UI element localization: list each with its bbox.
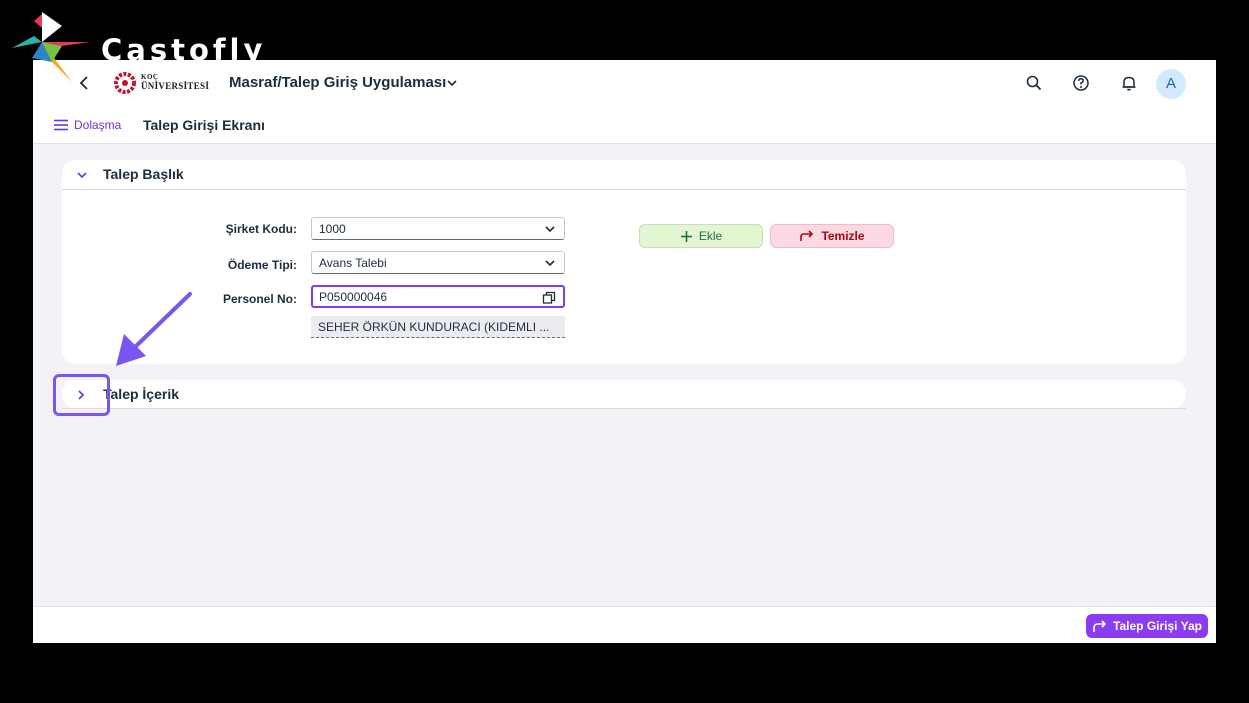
app-window: KOÇ ÜNİVERSİTESİ Masraf/Talep Giriş Uygu… <box>33 60 1216 643</box>
search-icon[interactable] <box>1025 74 1043 92</box>
personnel-no-value: P050000046 <box>319 290 388 304</box>
value-help-icon[interactable] <box>542 291 556 305</box>
payment-type-value: Avans Talebi <box>319 256 387 270</box>
chevron-down-icon[interactable] <box>544 259 556 268</box>
header-panel-title: Talep Başlık <box>103 166 184 182</box>
company-code-select[interactable]: 1000 <box>311 217 565 240</box>
page-header: Dolaşma Talep Girişi Ekranı <box>33 106 1216 144</box>
header-panel-toolbar[interactable]: Talep Başlık <box>62 160 1186 190</box>
company-code-value: 1000 <box>319 222 346 236</box>
help-icon[interactable] <box>1072 74 1090 92</box>
screen: Castofly KOÇ ÜNİVERSİTESİ Masraf/Talep G… <box>0 0 1249 703</box>
watermark-text: Castofly <box>101 33 267 67</box>
content-panel: Talep İçerik <box>62 380 1186 409</box>
content-panel-title: Talep İçerik <box>103 386 180 402</box>
add-button-label: Ekle <box>698 229 723 243</box>
navigation-button[interactable]: Dolaşma <box>53 118 121 132</box>
chevron-down-icon[interactable] <box>76 170 88 180</box>
castofly-logo-icon <box>12 12 90 82</box>
footer-toolbar: Talep Girişi Yap <box>33 606 1216 643</box>
koc-emblem-icon <box>114 72 136 94</box>
personnel-no-input[interactable]: P050000046 <box>311 285 565 308</box>
plus-icon <box>680 230 692 242</box>
bell-icon[interactable] <box>1120 74 1138 92</box>
chevron-down-icon[interactable] <box>544 225 556 234</box>
header-panel: Talep Başlık Şirket Kodu: 1000 Ödeme Tip… <box>62 160 1186 364</box>
avatar[interactable]: A <box>1156 69 1186 99</box>
clear-button[interactable]: Temizle <box>770 224 894 248</box>
navigation-label: Dolaşma <box>74 118 122 132</box>
company-code-label: Şirket Kodu: <box>225 222 297 236</box>
logo-text-line1: KOÇ <box>141 73 159 81</box>
chevron-down-icon[interactable] <box>446 78 458 88</box>
app-title[interactable]: Masraf/Talep Giriş Uygulaması <box>229 74 446 91</box>
menu-icon <box>54 119 68 131</box>
redo-arrow-icon <box>800 229 814 241</box>
payment-type-select[interactable]: Avans Talebi <box>311 251 565 274</box>
share-arrow-icon <box>1093 620 1107 632</box>
payment-type-label: Ödeme Tipi: <box>227 258 297 272</box>
logo-text-line2: ÜNİVERSİTESİ <box>141 81 210 91</box>
clear-button-label: Temizle <box>821 229 865 243</box>
content-panel-toolbar[interactable]: Talep İçerik <box>62 380 1186 409</box>
add-button[interactable]: Ekle <box>639 224 763 248</box>
page-title: Talep Girişi Ekranı <box>143 117 265 133</box>
personnel-name-text: SEHER ÖRKÜN KUNDURACI (KIDEMLI ... <box>311 316 565 338</box>
annotation-arrow-icon <box>116 292 192 366</box>
submit-request-label: Talep Girişi Yap <box>1113 619 1202 633</box>
submit-request-button[interactable]: Talep Girişi Yap <box>1086 614 1208 638</box>
highlight-box <box>53 374 110 416</box>
